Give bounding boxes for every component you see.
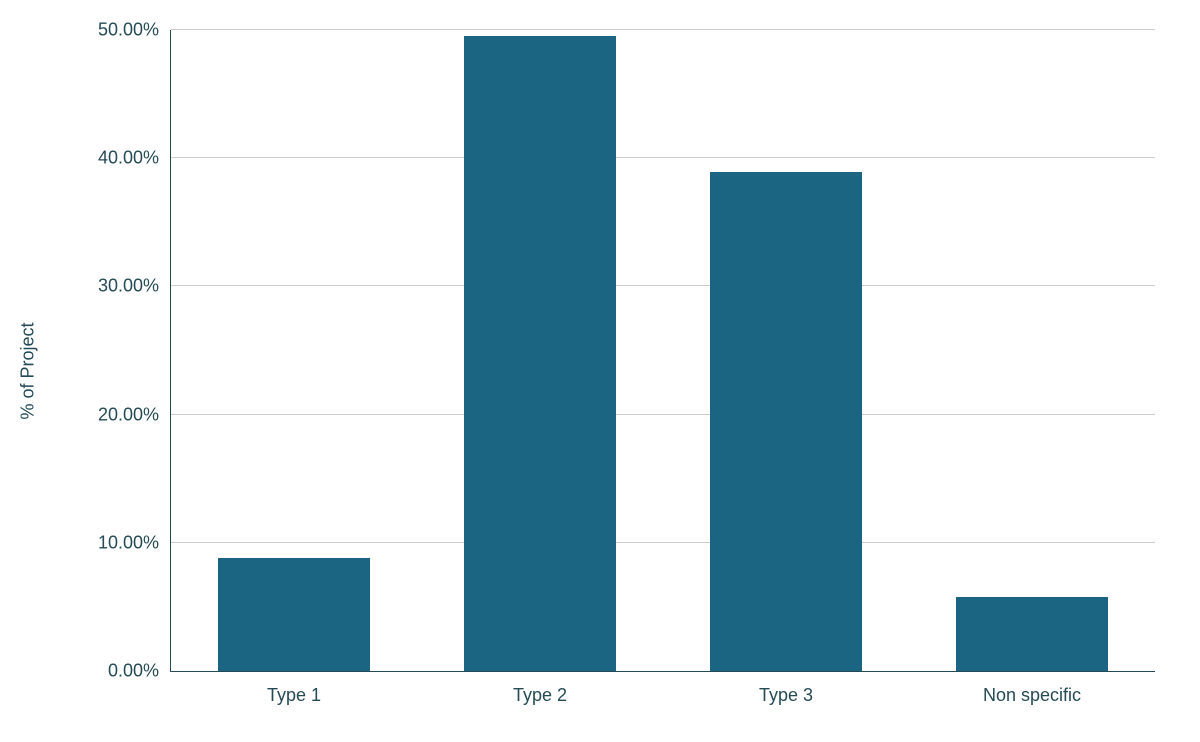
y-tick-label: 40.00% [98,148,159,169]
y-tick-label: 10.00% [98,532,159,553]
y-tick-label: 0.00% [108,661,159,682]
bar-slot: Type 2 [417,30,663,671]
bar [464,36,617,671]
y-tick-label: 30.00% [98,276,159,297]
x-tick-label: Non specific [983,685,1081,706]
plot-area: 0.00%10.00%20.00%30.00%40.00%50.00% Type… [170,30,1155,672]
bar [956,597,1109,671]
y-tick-label: 20.00% [98,404,159,425]
bar [218,558,371,671]
bars-layer: Type 1Type 2Type 3Non specific [171,30,1155,671]
bar-slot: Type 3 [663,30,909,671]
x-tick-label: Type 3 [759,685,813,706]
bar-slot: Type 1 [171,30,417,671]
bar-slot: Non specific [909,30,1155,671]
x-tick-label: Type 2 [513,685,567,706]
chart-container: % of Project 0.00%10.00%20.00%30.00%40.0… [0,0,1200,742]
bar [710,172,863,671]
y-tick-label: 50.00% [98,20,159,41]
y-axis-label: % of Project [18,322,39,419]
x-tick-label: Type 1 [267,685,321,706]
